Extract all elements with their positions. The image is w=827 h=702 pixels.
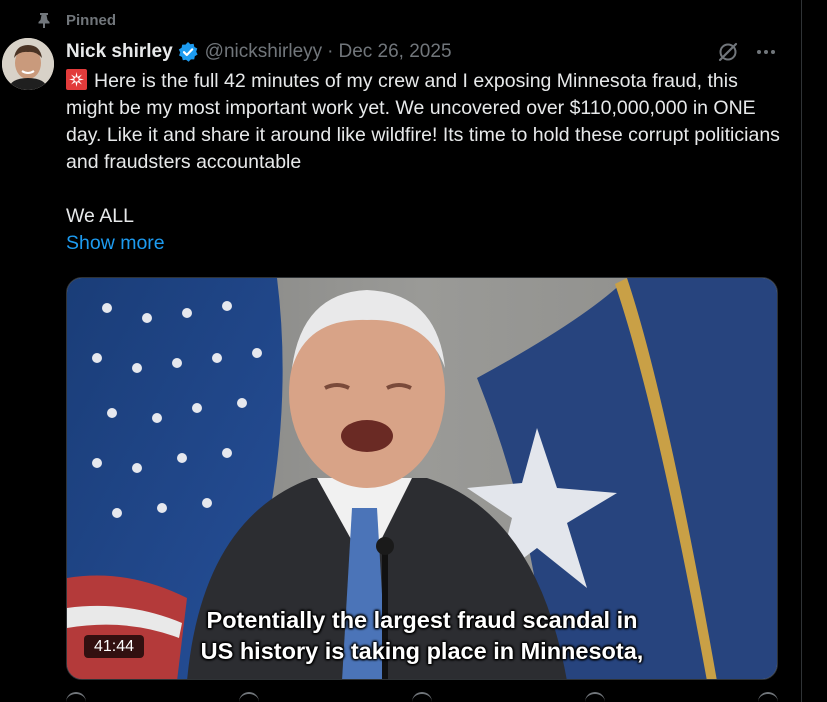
author-name[interactable]: Nick shirley [66, 41, 173, 63]
pinned-indicator: Pinned [36, 10, 116, 30]
video-caption: Potentially the largest fraud scandal in… [67, 605, 777, 667]
views-icon[interactable] [585, 692, 605, 702]
author-handle[interactable]: @nickshirleyy [205, 41, 322, 63]
tweet-paragraph-1: Here is the full 42 minutes of my crew a… [66, 68, 786, 176]
show-more-link[interactable]: Show more [66, 230, 165, 257]
avatar[interactable] [2, 38, 54, 90]
more-icon[interactable] [754, 40, 778, 64]
pin-icon [38, 13, 50, 28]
reply-icon[interactable] [66, 692, 86, 702]
tweet-header: Nick shirley @nickshirleyy · Dec 26, 202… [66, 40, 452, 64]
separator-dot: · [327, 41, 334, 62]
repost-icon[interactable] [239, 692, 259, 702]
video-player[interactable]: Potentially the largest fraud scandal in… [66, 277, 778, 680]
video-duration-badge: 41:44 [84, 635, 145, 658]
tweet-body: Here is the full 42 minutes of my crew a… [66, 68, 786, 257]
header-actions [716, 40, 778, 64]
caption-line-2: US history is taking place in Minnesota, [200, 638, 644, 664]
column-divider [801, 0, 802, 702]
grok-icon[interactable] [716, 40, 740, 64]
tweet-page: Pinned Nick shirley @nickshirleyy · Dec … [0, 0, 827, 702]
like-icon[interactable] [412, 692, 432, 702]
siren-emoji [66, 69, 87, 90]
tweet-text-main: Here is the full 42 minutes of my crew a… [66, 70, 780, 173]
post-date[interactable]: Dec 26, 2025 [338, 41, 451, 63]
caption-line-1: Potentially the largest fraud scandal in [206, 607, 638, 633]
action-bar [66, 692, 778, 702]
verified-badge-icon[interactable] [177, 41, 199, 63]
tweet-paragraph-2: We ALL [66, 205, 134, 227]
avatar-image [2, 38, 54, 90]
share-icon[interactable] [758, 692, 778, 702]
pinned-label: Pinned [66, 11, 117, 29]
